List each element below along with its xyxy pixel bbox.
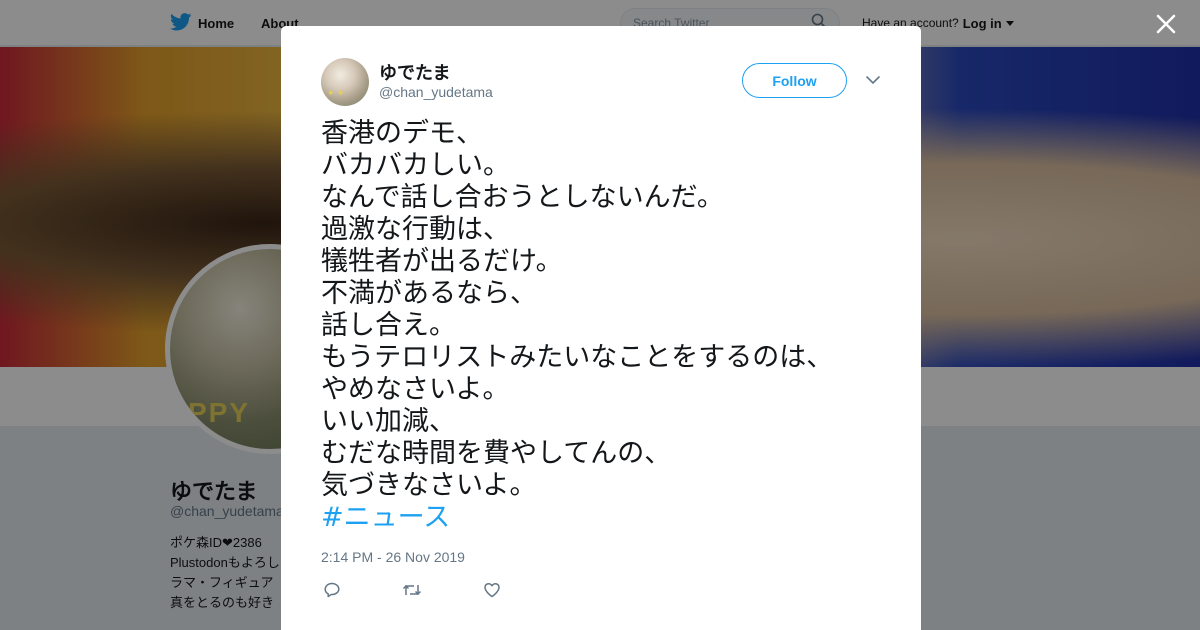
- tweet-line: もうテロリストみたいなことをするのは、: [321, 342, 834, 373]
- tweet-line: 犠牲者が出るだけ。: [321, 246, 563, 277]
- tweet-line: 過激な行動は、: [321, 214, 510, 245]
- tweet-timestamp[interactable]: 2:14 PM - 26 Nov 2019: [321, 549, 465, 565]
- retweet-icon[interactable]: [401, 581, 423, 599]
- tweet-author-handle[interactable]: @chan_yudetama: [379, 84, 493, 100]
- tweet-line: 気づきなさいよ。: [321, 470, 537, 501]
- tweet-line: いい加減、: [321, 406, 456, 437]
- tweet-author-name[interactable]: ゆでたま: [379, 59, 450, 85]
- tweet-modal: ✦ ✦ ゆでたま @chan_yudetama Follow 香港のデモ、 バカ…: [281, 26, 921, 630]
- tweet-text: 香港のデモ、 バカバカしい。 なんで話し合おうとしないんだ。 過激な行動は、 犠…: [321, 118, 901, 534]
- tweet-line: やめなさいよ。: [321, 374, 510, 405]
- hashtag-link[interactable]: #ニュース: [321, 502, 901, 534]
- chevron-down-icon[interactable]: [863, 72, 883, 88]
- follow-button[interactable]: Follow: [742, 63, 847, 98]
- close-icon[interactable]: [1152, 10, 1180, 38]
- tweet-line: 不満があるなら、: [321, 278, 537, 309]
- avatar-decoration: ✦ ✦: [327, 88, 345, 98]
- tweet-line: バカバカしい。: [321, 150, 510, 181]
- tweet-line: 香港のデモ、: [321, 118, 483, 149]
- tweet-line: なんで話し合おうとしないんだ。: [321, 182, 724, 213]
- tweet-author-avatar[interactable]: ✦ ✦: [321, 58, 369, 106]
- heart-icon[interactable]: [481, 581, 503, 599]
- reply-icon[interactable]: [321, 581, 343, 599]
- tweet-line: 話し合え。: [321, 310, 456, 341]
- tweet-line: むだな時間を費やしてんの、: [321, 438, 672, 469]
